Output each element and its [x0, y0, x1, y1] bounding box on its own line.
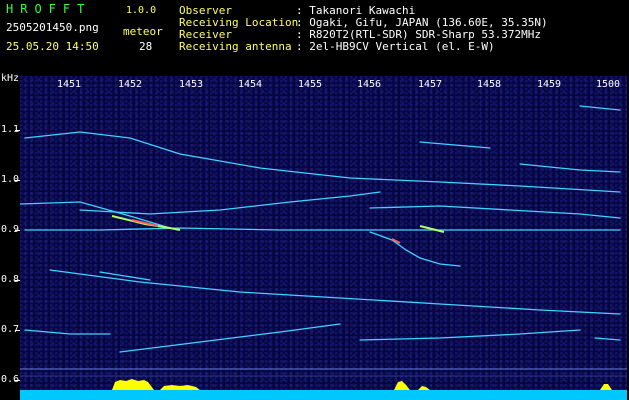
signal-peak	[160, 385, 200, 390]
meteor-label: meteor	[123, 25, 163, 38]
echo-trace	[99, 271, 151, 281]
spectrogram-svg	[20, 105, 627, 400]
echo-trace	[419, 141, 491, 149]
app-version: 1.0.0	[126, 5, 157, 16]
x-tick-label: 1500	[596, 79, 621, 90]
x-tick-label: 1451	[57, 79, 82, 90]
file-name: 2505201450.png	[6, 21, 99, 34]
signal-peak	[394, 381, 410, 390]
signal-peak	[600, 384, 612, 390]
x-tick-label: 1452	[118, 79, 143, 90]
signal-baseline	[20, 390, 627, 400]
echo-trace	[369, 231, 461, 267]
echo-trace	[79, 191, 381, 215]
signal-level-bar	[20, 379, 627, 400]
x-tick-label: 1455	[298, 79, 323, 90]
echo-trace	[519, 163, 621, 173]
echo-trace	[594, 337, 621, 341]
date-time: 25.05.20 14:50	[6, 40, 99, 53]
x-tick-label: 1454	[238, 79, 263, 90]
echo-trace	[359, 329, 581, 341]
y-axis-unit: kHz	[1, 73, 20, 84]
antenna-value: : 2el-HB9CV Vertical (el. E-W)	[296, 40, 495, 53]
x-tick-label: 1453	[179, 79, 204, 90]
echo-trace	[49, 269, 621, 315]
meteor-count: 28	[139, 40, 153, 53]
meteor-head-echo	[419, 225, 445, 233]
x-tick-label: 1456	[357, 79, 382, 90]
echo-trace	[24, 131, 621, 193]
spectrogram-plot[interactable]	[20, 76, 627, 400]
signal-peak	[112, 379, 154, 390]
app-brand: HROFFT	[6, 2, 92, 16]
echo-trace	[24, 329, 111, 335]
signal-peak	[418, 386, 430, 390]
echo-trace	[119, 323, 341, 353]
x-tick-label: 1458	[477, 79, 502, 90]
x-tick-label: 1459	[537, 79, 562, 90]
echo-trace	[369, 205, 621, 219]
echo-trace	[579, 105, 621, 111]
antenna-label: Receiving antenna	[179, 40, 292, 53]
echo-trace	[24, 227, 621, 231]
x-tick-label: 1457	[418, 79, 443, 90]
